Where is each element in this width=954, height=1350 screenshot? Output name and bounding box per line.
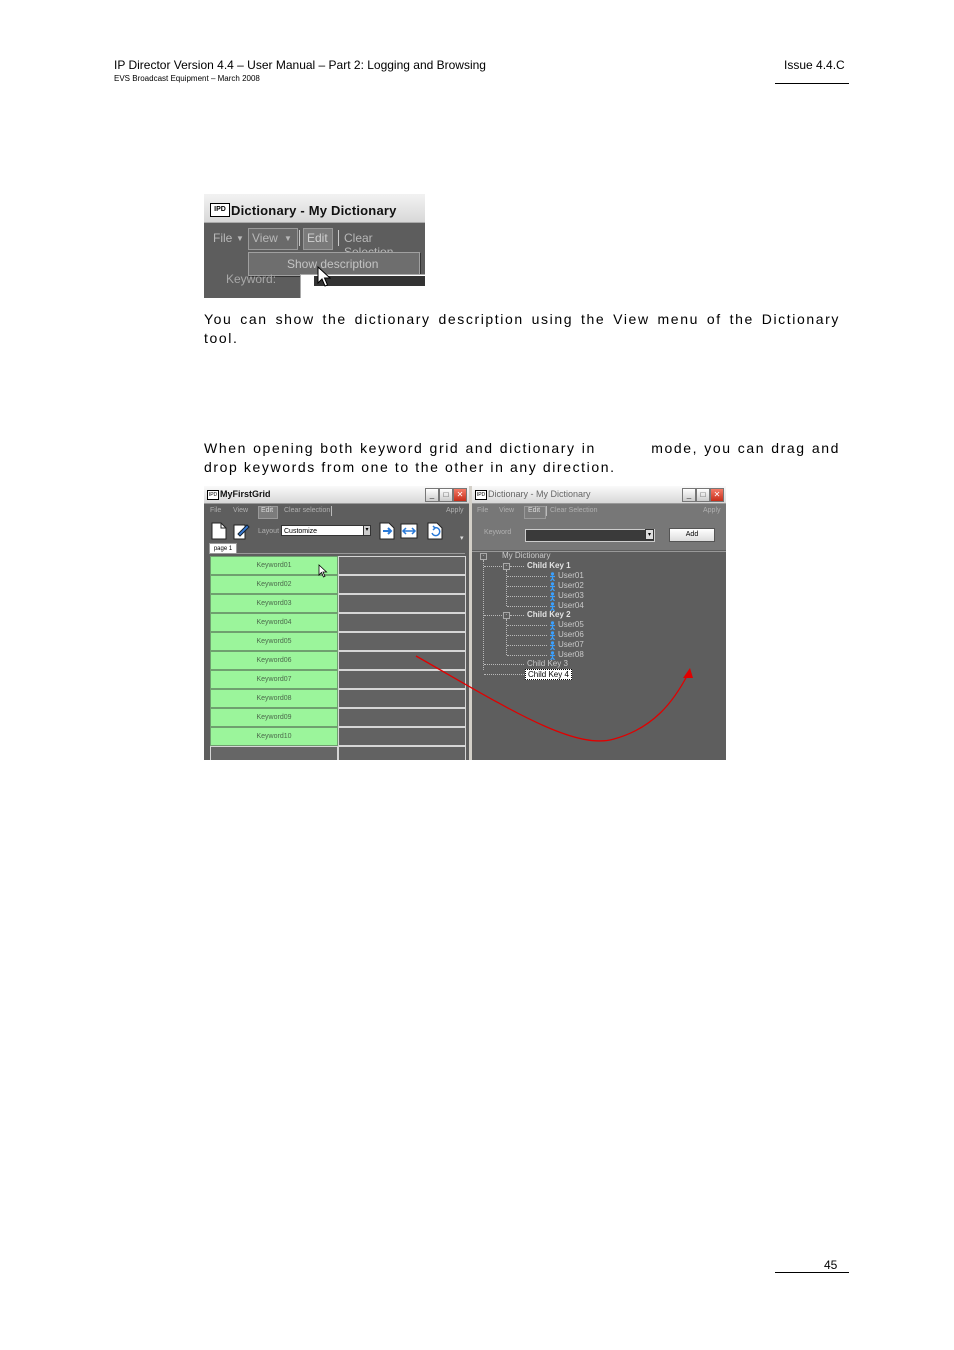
dictionary-view-menu-screenshot: IPD Dictionary - My Dictionary File ▼ Vi… <box>204 194 425 298</box>
menu-view[interactable]: View <box>252 231 278 245</box>
menu-item-show-description[interactable]: Show description <box>287 257 378 271</box>
drag-arrow <box>415 655 693 742</box>
keyword-label: Keyword: <box>226 272 277 286</box>
chevron-down-icon: ▼ <box>284 234 292 243</box>
header-subtitle: EVS Broadcast Equipment – March 2008 <box>114 74 260 83</box>
menu-file[interactable]: File <box>213 231 232 245</box>
menu-separator <box>338 230 339 246</box>
footer-rule <box>775 1272 849 1273</box>
menu-separator <box>299 230 300 246</box>
paragraph-show-description: You can show the dictionary description … <box>204 311 840 346</box>
chevron-down-icon: ▼ <box>236 234 244 243</box>
header-rule <box>775 83 849 84</box>
ipd-logo-icon: IPD <box>210 203 230 217</box>
header-issue: Issue 4.4.C <box>784 58 845 72</box>
menu-edit[interactable]: Edit <box>307 231 328 245</box>
mouse-pointer-icon <box>317 266 331 287</box>
window-title: Dictionary - My Dictionary <box>231 203 397 218</box>
drag-drop-screenshot: IPD MyFirstGrid _ □ ✕ File View Edit Cle… <box>204 486 726 760</box>
page-number: 45 <box>824 1258 838 1272</box>
paragraph-drag-drop: When opening both keyword grid and dicti… <box>204 440 846 475</box>
header-title: IP Director Version 4.4 – User Manual – … <box>114 58 486 72</box>
window-titlebar: IPD Dictionary - My Dictionary <box>204 194 425 223</box>
